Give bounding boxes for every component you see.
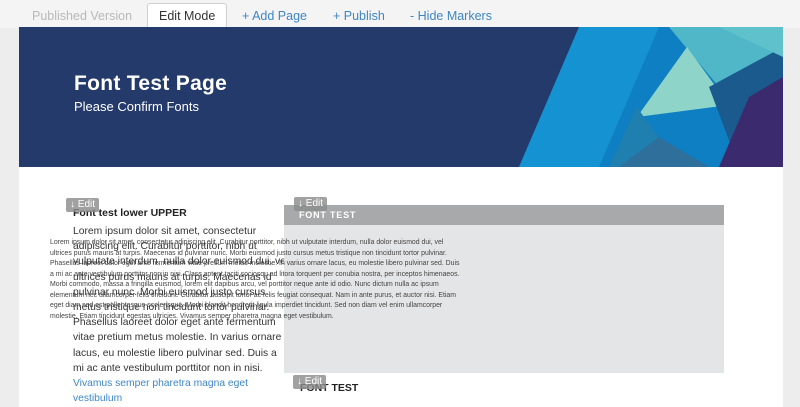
add-page-link[interactable]: + Add Page [242, 4, 307, 28]
mode-tab-bar: Published Version Edit Mode + Add Page +… [0, 0, 800, 29]
font-test-box-title: FONT TEST [299, 210, 357, 220]
edit-left-text-button[interactable]: ↓ Edit [66, 198, 100, 212]
edit-bottom-section-button[interactable]: ↓ Edit [293, 375, 327, 389]
page-subtitle: Please Confirm Fonts [74, 99, 199, 114]
hero-geometric-graphic [519, 27, 783, 167]
hero-banner: Font Test Page Please Confirm Fonts [19, 27, 783, 167]
tab-edit-mode[interactable]: Edit Mode [147, 3, 228, 29]
hide-markers-link[interactable]: - Hide Markers [410, 4, 492, 28]
publish-link[interactable]: + Publish [333, 4, 385, 28]
tab-published-version[interactable]: Published Version [32, 4, 132, 28]
page-title: Font Test Page [74, 72, 228, 95]
edit-box-button[interactable]: ↓ Edit [294, 197, 328, 211]
font-test-box-body: Lorem ipsum dolor sit amet, consectetur … [50, 239, 460, 320]
font-test-box-header: FONT TEST [284, 205, 724, 225]
left-text-link[interactable]: Vivamus semper pharetra magna eget vesti… [73, 378, 248, 404]
page-canvas: Font Test Page Please Confirm Fonts ↓ Ed… [19, 27, 783, 407]
